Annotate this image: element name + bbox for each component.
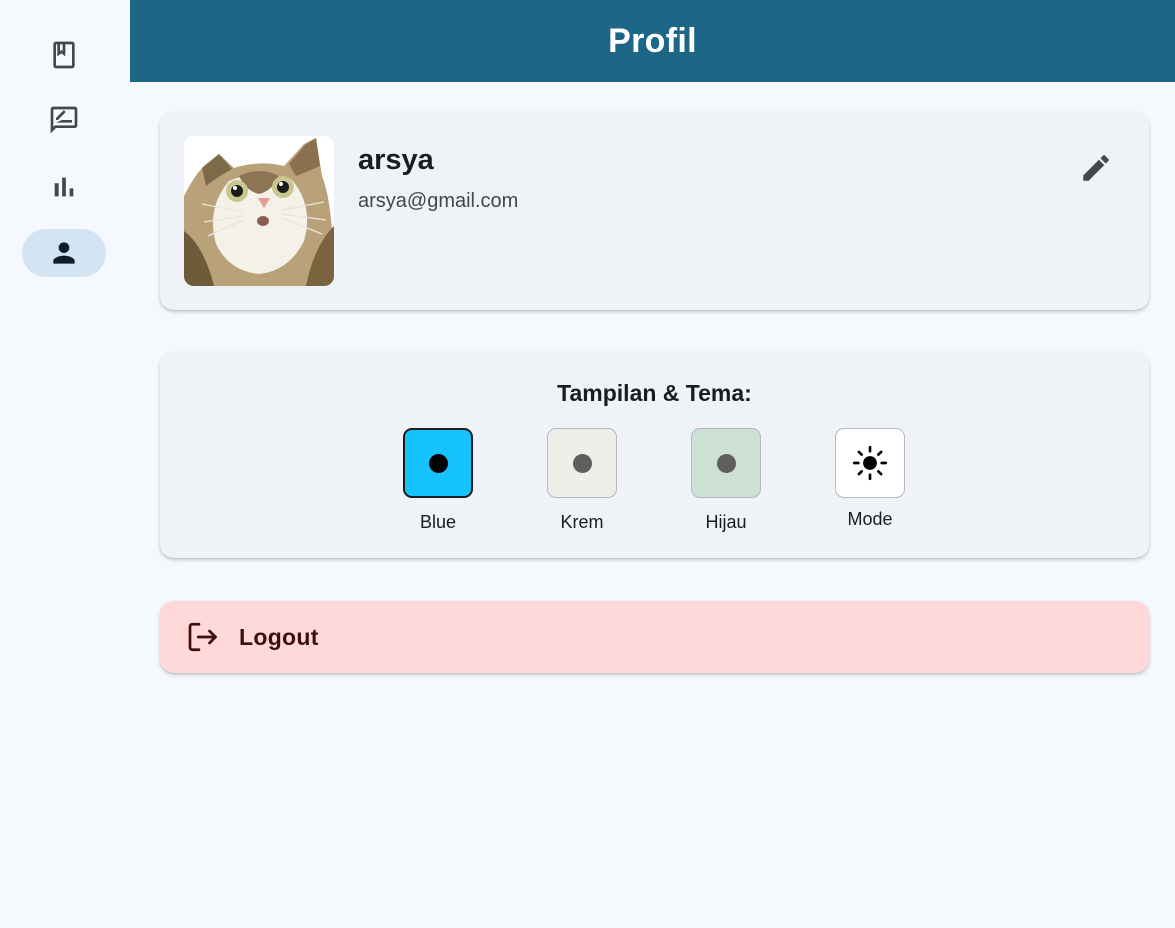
theme-card: Tampilan & Tema: Blue Krem Hijau Mode xyxy=(160,352,1149,558)
dot-icon xyxy=(572,453,592,473)
theme-swatch-hijau[interactable] xyxy=(691,428,761,498)
app-window: Profil arsya arsya@gmail.com Tampilan & … xyxy=(0,0,1175,928)
app-bar: Profil xyxy=(130,0,1175,82)
pencil-icon xyxy=(1083,155,1109,181)
mode-label: Mode xyxy=(847,509,893,529)
rate-review-icon xyxy=(50,106,78,134)
rail-item-reviews[interactable] xyxy=(22,96,106,144)
selected-dot-icon xyxy=(428,453,448,473)
page-title: Profil xyxy=(608,21,697,60)
rail-item-profile[interactable] xyxy=(22,229,106,277)
theme-section-title: Tampilan & Tema: xyxy=(557,380,752,406)
bookmark-book-icon xyxy=(53,41,75,69)
mode-toggle-button[interactable] xyxy=(835,428,905,498)
theme-option-mode: Mode xyxy=(820,428,920,530)
bar-chart-icon xyxy=(54,177,74,197)
theme-option-hijau: Hijau xyxy=(676,428,776,533)
rail-item-library[interactable] xyxy=(22,31,106,79)
dot-icon xyxy=(716,453,736,473)
navigation-rail xyxy=(0,0,130,928)
surprised-cat-photo xyxy=(184,136,334,286)
profile-email: arsya@gmail.com xyxy=(358,190,519,212)
logout-icon-wrapper xyxy=(184,619,220,655)
sun-icon xyxy=(852,445,888,481)
theme-swatch-krem[interactable] xyxy=(547,428,617,498)
person-icon xyxy=(53,242,75,264)
profile-card: arsya arsya@gmail.com xyxy=(160,112,1149,310)
rail-item-statistics[interactable] xyxy=(22,163,106,211)
logout-label: Logout xyxy=(239,623,319,650)
avatar xyxy=(184,136,334,286)
theme-swatch-blue[interactable] xyxy=(403,428,473,498)
theme-label-hijau: Hijau xyxy=(705,512,747,532)
edit-profile-button[interactable] xyxy=(1074,146,1118,190)
logout-button[interactable]: Logout xyxy=(160,601,1149,673)
theme-label-krem: Krem xyxy=(560,512,604,532)
theme-option-krem: Krem xyxy=(532,428,632,533)
theme-option-blue: Blue xyxy=(388,428,488,533)
profile-username: arsya xyxy=(358,144,434,176)
theme-label-blue: Blue xyxy=(419,512,457,532)
logout-icon xyxy=(188,622,217,652)
